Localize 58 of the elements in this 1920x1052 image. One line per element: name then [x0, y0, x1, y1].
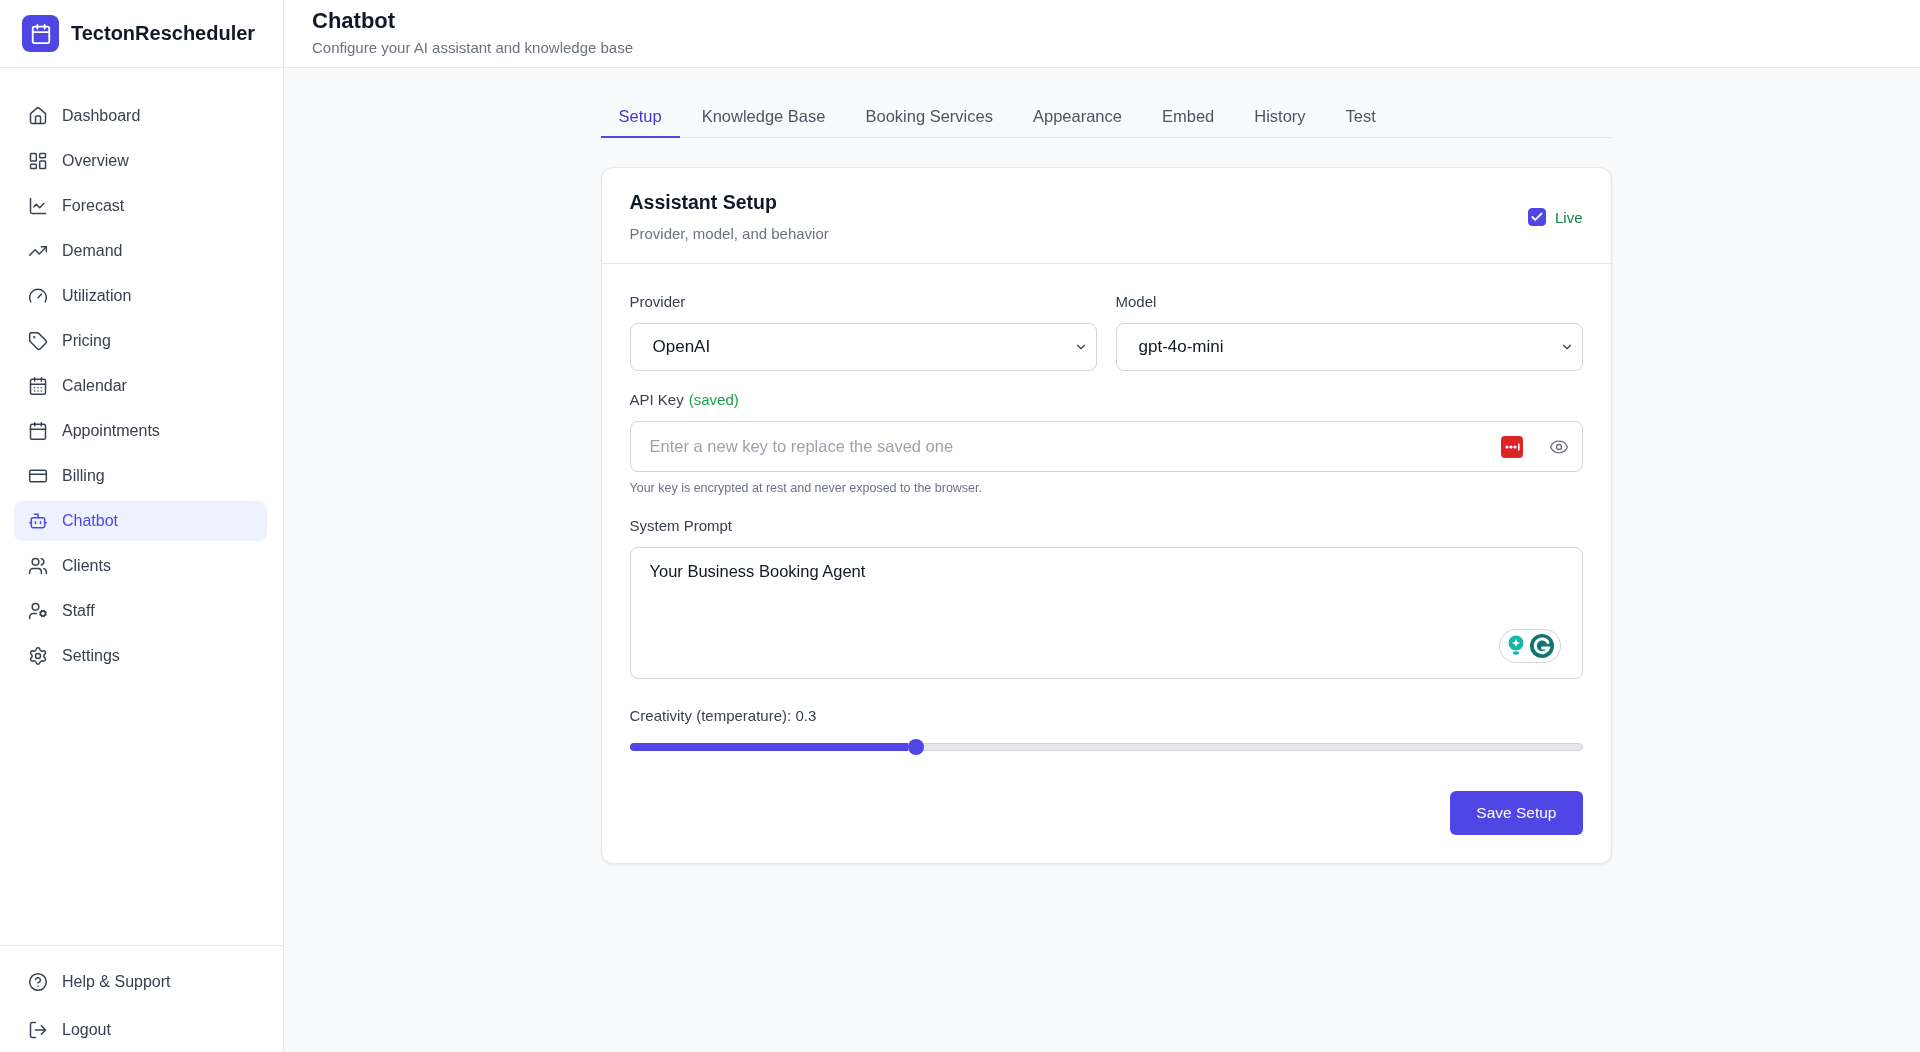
field-label: Model: [1115, 292, 1157, 312]
gauge-icon: [28, 286, 48, 306]
nav-item[interactable]: Calendar: [14, 366, 267, 406]
users-icon: [28, 556, 48, 576]
nav-item[interactable]: Forecast: [14, 186, 267, 226]
help-icon: [28, 972, 48, 992]
nav-item[interactable]: Demand: [14, 231, 267, 271]
calendar-logo-icon: [22, 15, 59, 52]
provider-select[interactable]: OpenAI: [629, 323, 1097, 371]
logout-icon: [28, 1020, 48, 1040]
field-label: Provider: [629, 292, 686, 312]
nav-item[interactable]: Billing: [14, 456, 267, 496]
nav-item[interactable]: Overview: [14, 141, 267, 181]
nav-item[interactable]: Logout: [14, 1010, 267, 1050]
line-chart-icon: [28, 196, 48, 216]
credit-card-icon: [28, 466, 48, 486]
live-label: Live: [1554, 208, 1583, 226]
calendar-icon: [28, 376, 48, 396]
settings-icon: [28, 646, 48, 666]
tab[interactable]: Embed: [1143, 96, 1233, 138]
house-icon: [28, 106, 48, 126]
tab[interactable]: History: [1236, 96, 1324, 138]
field-label: System Prompt: [629, 516, 733, 536]
saved-status: (saved): [688, 390, 739, 410]
tab[interactable]: Setup: [600, 96, 680, 138]
slider-thumb[interactable]: [907, 739, 924, 755]
field-label: API Key: [629, 390, 684, 410]
user-gear-icon: [28, 601, 48, 621]
page-subtitle: Configure your AI assistant and knowledge base: [312, 38, 635, 58]
model-select[interactable]: gpt-4o-mini: [1115, 323, 1583, 371]
page-title: Chatbot: [312, 8, 397, 34]
nav-item[interactable]: Pricing: [14, 321, 267, 361]
nav-item[interactable]: Utilization: [14, 276, 267, 316]
check-icon: [1529, 210, 1544, 224]
slider-label: Creativity (temperature): 0.3: [629, 706, 818, 726]
app-name: TectonRescheduler: [71, 22, 256, 45]
api-key-input[interactable]: Enter a new key to replace the saved one: [629, 421, 1583, 472]
nav-item[interactable]: Help & Support: [14, 962, 267, 1002]
tab[interactable]: Booking Services: [847, 96, 1011, 138]
tab[interactable]: Knowledge Base: [683, 96, 844, 138]
save-button[interactable]: Save Setup: [1450, 791, 1583, 835]
tag-icon: [28, 331, 48, 351]
nav-item[interactable]: Appointments: [14, 411, 267, 451]
tab[interactable]: Test: [1327, 96, 1394, 138]
nav-item[interactable]: Dashboard: [14, 96, 267, 136]
card-subtitle: Provider, model, and behavior: [629, 224, 829, 244]
nav-item[interactable]: Settings: [14, 636, 267, 676]
live-checkbox[interactable]: [1527, 208, 1546, 226]
tab[interactable]: Appearance: [1014, 96, 1140, 138]
grid-icon: [28, 151, 48, 171]
calendar-icon: [28, 421, 48, 441]
system-prompt-textarea[interactable]: Your Business Booking Agent: [629, 547, 1583, 679]
robot-icon: [28, 511, 48, 531]
nav-item[interactable]: Clients: [14, 546, 267, 586]
nav-item[interactable]: Chatbot: [14, 501, 267, 541]
card-title: Assistant Setup: [629, 190, 778, 214]
field-hint: Your key is encrypted at rest and never exposed to the browser.: [629, 480, 984, 496]
nav-item[interactable]: Staff: [14, 591, 267, 631]
